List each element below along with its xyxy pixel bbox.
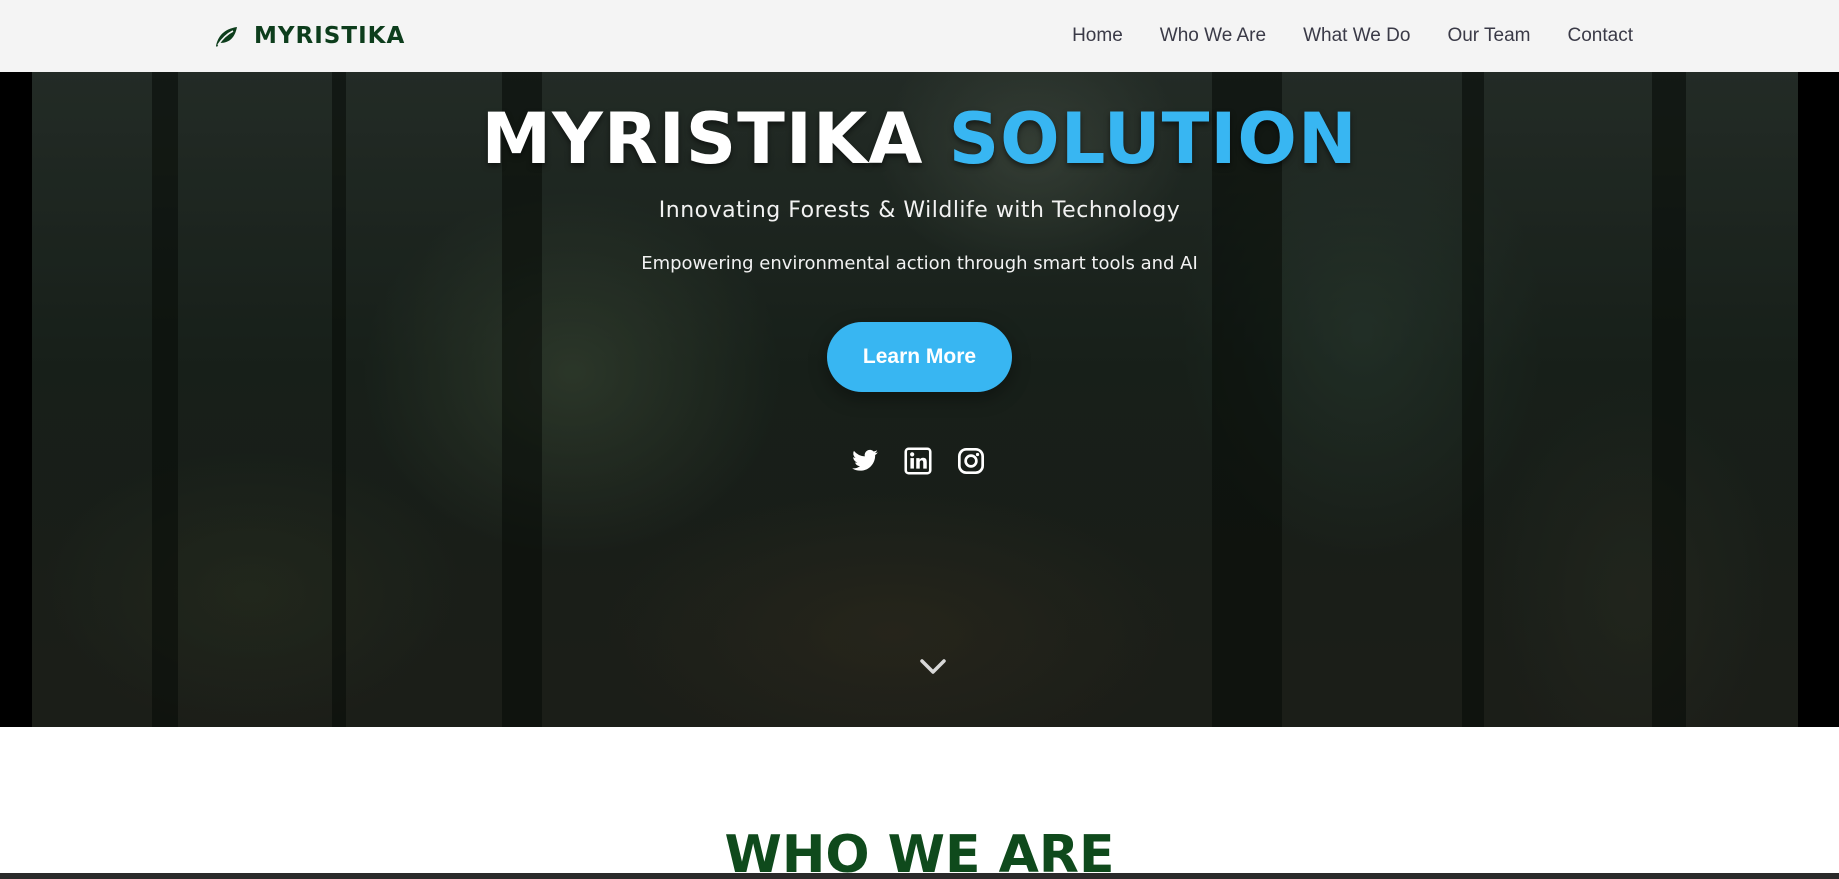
nav-link-contact[interactable]: Contact <box>1568 25 1633 47</box>
twitter-icon[interactable] <box>851 447 879 475</box>
hero-title: MYRISTIKA SOLUTION <box>0 94 1839 184</box>
main-nav: Home Who We Are What We Do Our Team Cont… <box>1072 22 1633 50</box>
nav-link-our-team[interactable]: Our Team <box>1447 25 1530 47</box>
nav-link-home[interactable]: Home <box>1072 25 1123 47</box>
hero-title-primary: MYRISTIKA <box>481 98 924 180</box>
hero-title-accent: SOLUTION <box>948 98 1358 180</box>
learn-more-button[interactable]: Learn More <box>827 322 1012 392</box>
linkedin-icon[interactable] <box>904 447 932 475</box>
hero-subtitle: Innovating Forests & Wildlife with Techn… <box>658 198 1181 223</box>
navbar: MYRISTIKA Home Who We Are What We Do Our… <box>0 0 1839 72</box>
chevron-down-icon[interactable] <box>918 652 948 682</box>
nav-link-what-we-do[interactable]: What We Do <box>1303 25 1410 47</box>
hero-section: MYRISTIKA SOLUTION Innovating Forests & … <box>0 72 1839 727</box>
hero-content: MYRISTIKA SOLUTION Innovating Forests & … <box>0 72 1839 727</box>
nav-link-who-we-are[interactable]: Who We Are <box>1160 25 1266 47</box>
brand-logo[interactable]: MYRISTIKA <box>212 20 405 52</box>
brand-name: MYRISTIKA <box>254 23 406 49</box>
instagram-icon[interactable] <box>957 447 985 475</box>
social-links <box>851 446 985 476</box>
who-we-are-section: WHO WE ARE <box>0 727 1839 879</box>
hero-tagline: Empowering environmental action through … <box>641 253 1198 274</box>
section-title-who-we-are: WHO WE ARE <box>724 825 1115 879</box>
bottom-edge-bar <box>0 873 1839 879</box>
leaf-icon <box>212 22 240 50</box>
